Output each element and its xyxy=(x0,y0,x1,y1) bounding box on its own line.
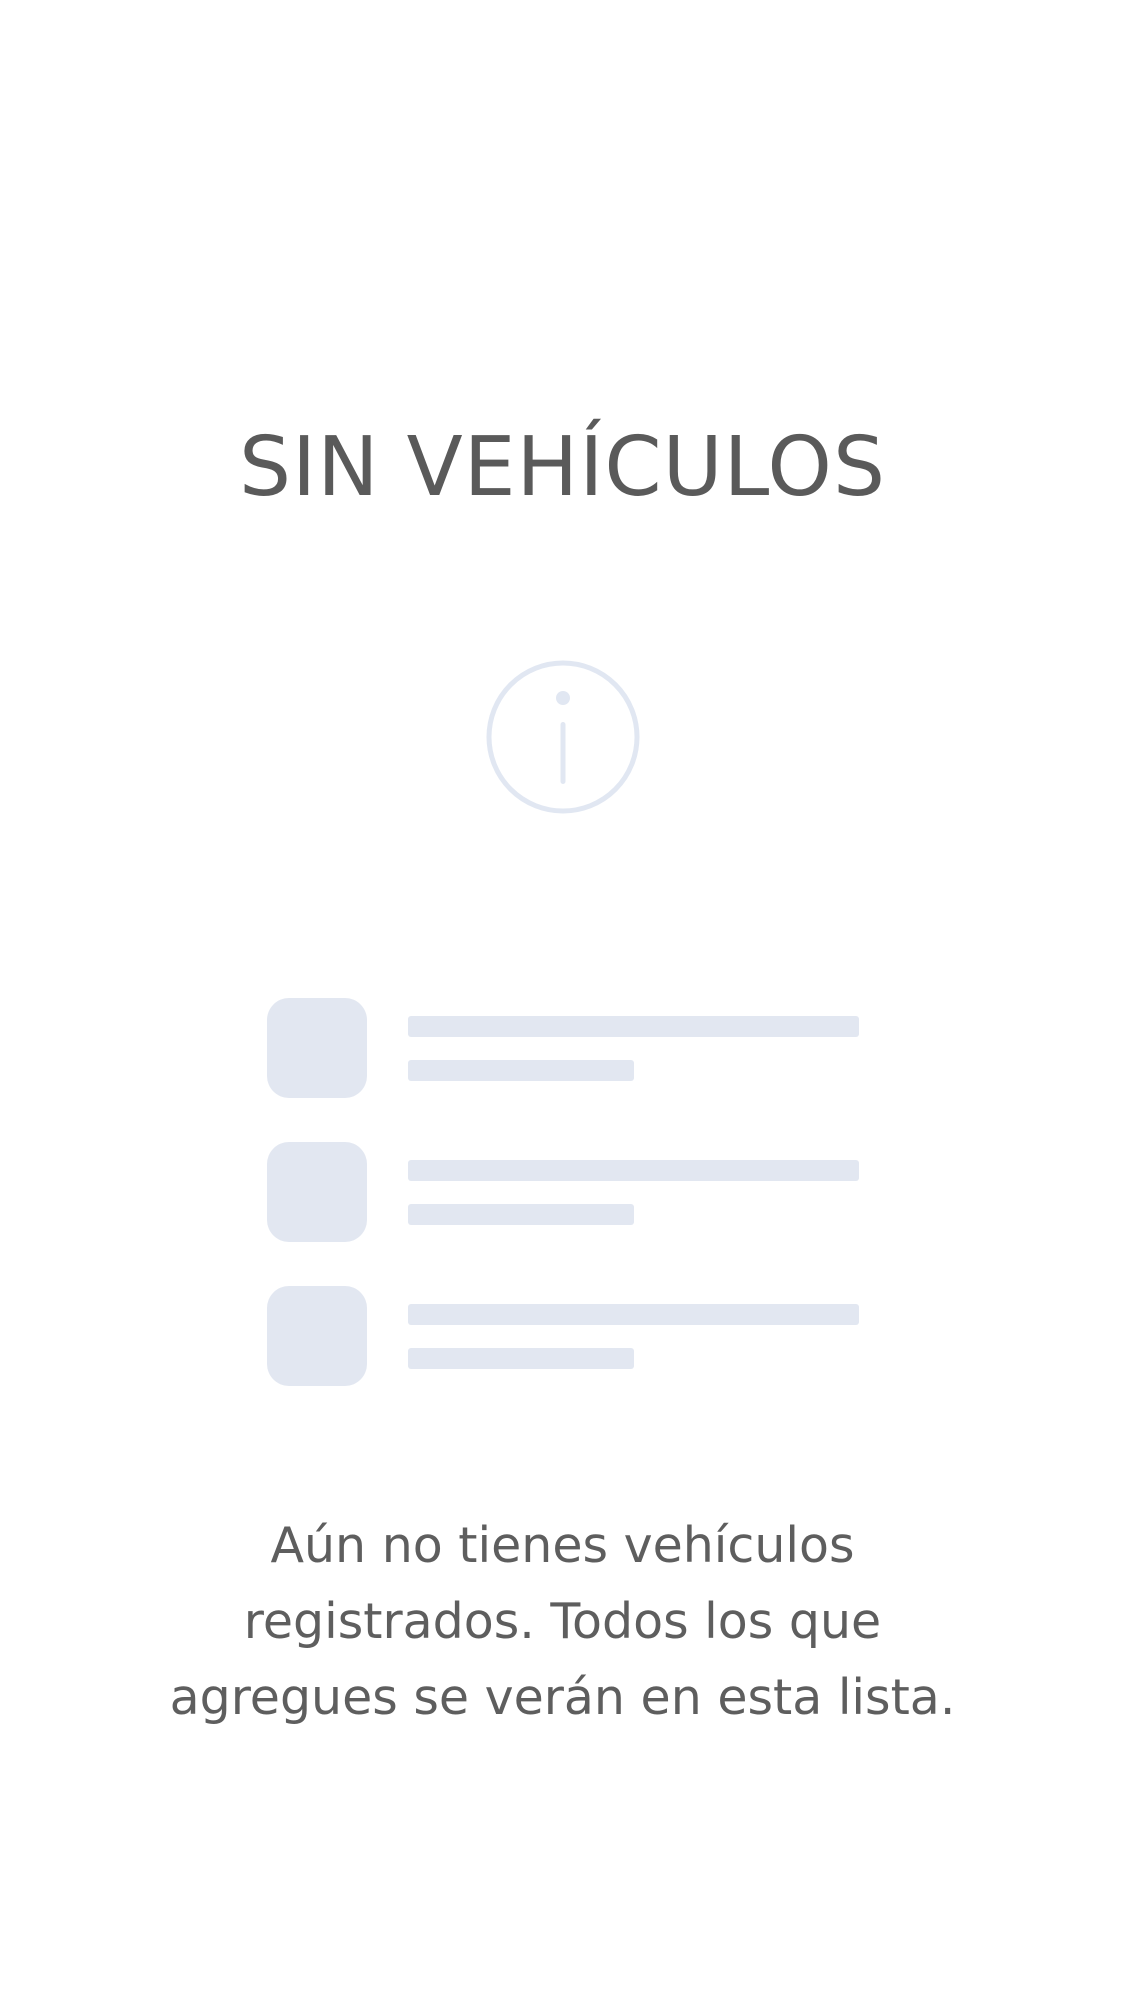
page-title: SIN VEHÍCULOS xyxy=(238,420,887,515)
info-circle-icon xyxy=(486,660,640,814)
skeleton-line xyxy=(408,1204,634,1225)
empty-message-line: agregues se verán en esta lista. xyxy=(169,1669,956,1726)
empty-message-line: Aún no tienes vehículos xyxy=(270,1517,855,1574)
empty-message: Aún no tienes vehículos registrados. Tod… xyxy=(0,1508,1125,1736)
skeleton-row xyxy=(267,998,859,1098)
skeleton-thumbnail xyxy=(267,1142,367,1242)
empty-message-line: registrados. Todos los que xyxy=(243,1593,882,1650)
skeleton-thumbnail xyxy=(267,1286,367,1386)
skeleton-line xyxy=(408,1016,859,1037)
skeleton-line xyxy=(408,1160,859,1181)
skeleton-line xyxy=(408,1348,634,1369)
skeleton-line xyxy=(408,1060,634,1081)
empty-state: SIN VEHÍCULOS Aún no tienes vehículos re… xyxy=(0,0,1125,2001)
skeleton-list xyxy=(267,998,859,1430)
skeleton-row xyxy=(267,1142,859,1242)
skeleton-row xyxy=(267,1286,859,1386)
skeleton-thumbnail xyxy=(267,998,367,1098)
skeleton-line xyxy=(408,1304,859,1325)
